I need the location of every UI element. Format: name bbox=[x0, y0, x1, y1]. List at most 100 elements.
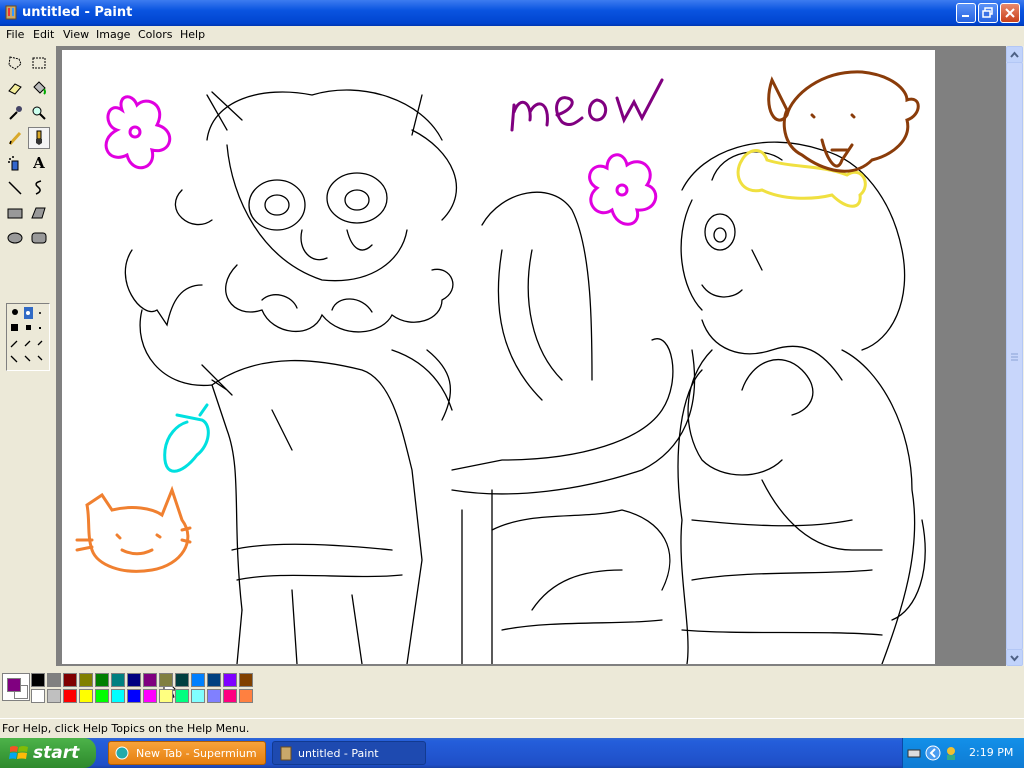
color-swatch[interactable] bbox=[159, 673, 173, 687]
color-swatch[interactable] bbox=[207, 689, 221, 703]
keyboard-icon[interactable] bbox=[907, 746, 921, 760]
task-supermium[interactable]: New Tab - Supermium bbox=[108, 741, 266, 765]
scroll-thumb[interactable] bbox=[1006, 62, 1023, 650]
color-swatch[interactable] bbox=[63, 673, 77, 687]
restore-icon bbox=[982, 7, 993, 18]
drawing-canvas[interactable] bbox=[62, 50, 935, 664]
color-swatch[interactable] bbox=[47, 673, 61, 687]
magnifier-icon bbox=[32, 106, 46, 120]
color-swatch[interactable] bbox=[207, 673, 221, 687]
pick-color-tool[interactable] bbox=[4, 102, 26, 124]
curve-tool[interactable] bbox=[28, 177, 50, 199]
menu-edit[interactable]: Edit bbox=[33, 28, 54, 41]
eraser-tool[interactable] bbox=[4, 77, 26, 99]
chevron-left-icon[interactable] bbox=[925, 745, 941, 761]
task-paint[interactable]: untitled - Paint bbox=[272, 741, 426, 765]
menu-image[interactable]: Image bbox=[96, 28, 130, 41]
color-swatch[interactable] bbox=[95, 689, 109, 703]
menu-view[interactable]: View bbox=[63, 28, 89, 41]
color-swatch[interactable] bbox=[191, 689, 205, 703]
color-swatch[interactable] bbox=[79, 673, 93, 687]
brush-icon bbox=[36, 130, 42, 145]
color-swatch[interactable] bbox=[111, 673, 125, 687]
fill-tool[interactable] bbox=[28, 77, 50, 99]
minimize-icon bbox=[962, 15, 969, 17]
status-text: For Help, click Help Topics on the Help … bbox=[2, 722, 250, 735]
color-swatch[interactable] bbox=[239, 673, 253, 687]
color-swatch[interactable] bbox=[31, 673, 45, 687]
color-swatch[interactable] bbox=[191, 673, 205, 687]
close-button[interactable] bbox=[1000, 3, 1020, 23]
task-label-supermium: New Tab - Supermium bbox=[136, 747, 257, 760]
line-icon bbox=[8, 181, 22, 195]
color-palette bbox=[0, 667, 1024, 715]
user-status-icon[interactable] bbox=[943, 745, 961, 761]
rounded-rectangle-icon bbox=[31, 232, 47, 244]
scroll-up-button[interactable] bbox=[1006, 46, 1023, 63]
color-swatch[interactable] bbox=[223, 673, 237, 687]
free-form-select-tool[interactable] bbox=[4, 52, 26, 74]
drawing-artwork bbox=[75, 70, 926, 664]
color-swatch[interactable] bbox=[127, 673, 141, 687]
foreground-color-swatch[interactable] bbox=[7, 678, 21, 692]
window-title: untitled - Paint bbox=[22, 5, 133, 20]
color-swatch[interactable] bbox=[95, 673, 109, 687]
grip-icon bbox=[1011, 353, 1018, 361]
color-swatch[interactable] bbox=[47, 689, 61, 703]
rounded-rectangle-tool[interactable] bbox=[28, 227, 50, 249]
rectangle-tool[interactable] bbox=[4, 202, 26, 224]
select-icon bbox=[32, 57, 46, 69]
color-swatch[interactable] bbox=[159, 689, 173, 703]
magnifier-tool[interactable] bbox=[28, 102, 50, 124]
task-label-paint: untitled - Paint bbox=[298, 747, 379, 760]
toolbox: A bbox=[0, 46, 55, 666]
minimize-button[interactable] bbox=[956, 3, 976, 23]
maximize-button[interactable] bbox=[978, 3, 998, 23]
brush-options-box[interactable] bbox=[6, 303, 50, 371]
start-label: start bbox=[33, 743, 80, 763]
select-tool[interactable] bbox=[28, 52, 50, 74]
brush-tool[interactable] bbox=[28, 127, 50, 149]
airbrush-icon bbox=[8, 156, 19, 171]
paint-app-icon bbox=[5, 5, 17, 20]
ellipse-tool[interactable] bbox=[4, 227, 26, 249]
start-button[interactable]: start bbox=[0, 738, 96, 768]
color-swatch[interactable] bbox=[239, 689, 253, 703]
color-swatch[interactable] bbox=[31, 689, 45, 703]
browser-icon bbox=[115, 746, 129, 760]
color-swatch[interactable] bbox=[175, 689, 189, 703]
color-swatch[interactable] bbox=[175, 673, 189, 687]
arrow-up-icon bbox=[1010, 51, 1019, 58]
eyedropper-icon bbox=[9, 106, 22, 120]
free-form-select-icon bbox=[8, 56, 22, 70]
arrow-down-icon bbox=[1010, 655, 1019, 662]
color-swatch[interactable] bbox=[127, 689, 141, 703]
system-tray: 2:19 PM bbox=[902, 738, 1024, 768]
airbrush-tool[interactable] bbox=[4, 152, 26, 174]
current-colors-box bbox=[2, 673, 30, 701]
rectangle-icon bbox=[7, 208, 23, 219]
brush-shape-options-icon bbox=[10, 307, 43, 363]
scroll-down-button[interactable] bbox=[1006, 649, 1023, 666]
vertical-scrollbar[interactable] bbox=[1006, 46, 1024, 666]
menu-file[interactable]: File bbox=[6, 28, 24, 41]
polygon-tool[interactable] bbox=[28, 202, 50, 224]
title-bar[interactable]: untitled - Paint bbox=[0, 0, 1024, 26]
ellipse-icon bbox=[7, 232, 23, 244]
pencil-tool[interactable] bbox=[4, 127, 26, 149]
paint-app-icon bbox=[280, 746, 292, 761]
color-swatch[interactable] bbox=[63, 689, 77, 703]
line-tool[interactable] bbox=[4, 177, 26, 199]
status-bar: For Help, click Help Topics on the Help … bbox=[0, 718, 1024, 739]
color-swatch[interactable] bbox=[111, 689, 125, 703]
color-swatch[interactable] bbox=[143, 689, 157, 703]
menu-colors[interactable]: Colors bbox=[138, 28, 172, 41]
color-swatch[interactable] bbox=[143, 673, 157, 687]
paint-bucket-icon bbox=[33, 81, 46, 95]
curve-icon bbox=[35, 180, 42, 195]
close-icon bbox=[1005, 8, 1015, 18]
menu-help[interactable]: Help bbox=[180, 28, 205, 41]
color-swatch[interactable] bbox=[79, 689, 93, 703]
color-swatch[interactable] bbox=[223, 689, 237, 703]
text-tool[interactable]: A bbox=[28, 152, 50, 174]
